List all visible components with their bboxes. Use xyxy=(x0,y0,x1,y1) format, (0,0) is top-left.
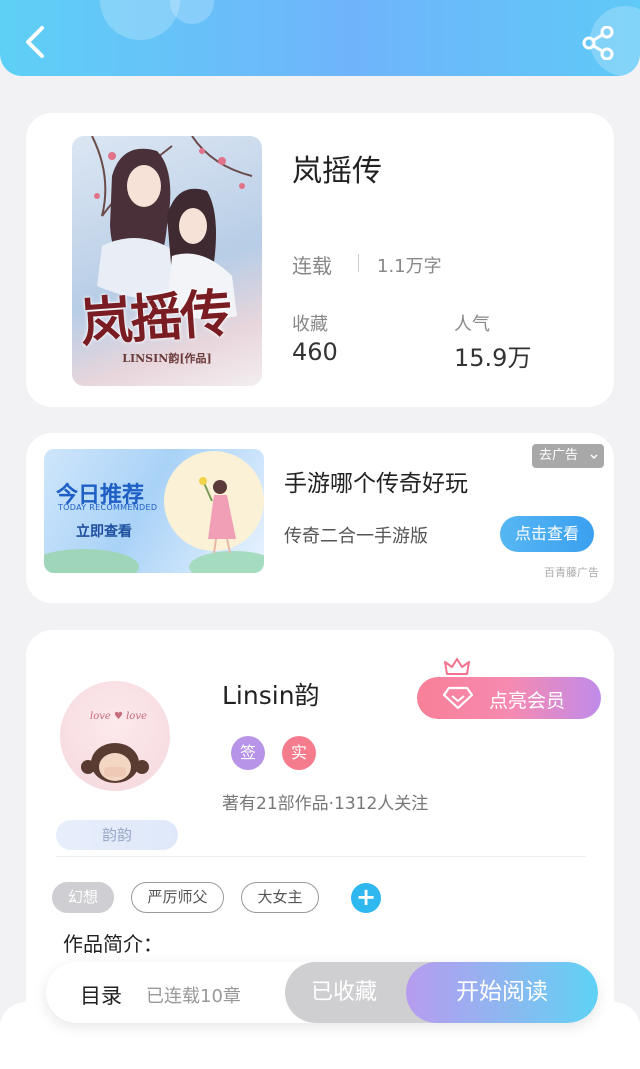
word-count: 1.1万字 xyxy=(377,256,442,277)
ad-description: 传奇二合一手游版 xyxy=(284,526,428,547)
share-icon xyxy=(582,25,614,61)
popularity-label: 人气 xyxy=(454,314,490,335)
ad-source: 百青藤广告 xyxy=(544,566,599,579)
ad-image[interactable]: 今日推荐 TODAY RECOMMENDED 立即查看 xyxy=(44,449,264,573)
plus-icon: + xyxy=(355,883,377,911)
add-tag-button[interactable]: + xyxy=(351,883,381,913)
avatar-illustration xyxy=(81,743,149,783)
top-header xyxy=(0,0,640,76)
collect-value: 460 xyxy=(292,338,338,366)
header-bubble-decoration xyxy=(100,0,180,40)
remove-ad-label: 去广告 xyxy=(539,448,579,463)
crown-icon xyxy=(444,658,470,675)
ad-image-subtitle: TODAY RECOMMENDED xyxy=(58,503,158,512)
tag-strict-master[interactable]: 严厉师父 xyxy=(131,882,224,913)
popularity-value: 15.9万 xyxy=(454,344,532,372)
cover-author-text: LINSIN韵[作品] xyxy=(122,352,212,365)
collect-label: 收藏 xyxy=(292,314,328,335)
divider xyxy=(56,856,586,857)
verified-badge: 实 xyxy=(282,736,316,770)
chevron-down-icon xyxy=(590,454,598,460)
vip-label: 点亮会员 xyxy=(489,690,566,712)
author-name-tag: 韵韵 xyxy=(56,820,178,850)
status-divider xyxy=(358,254,359,272)
author-meta: 著有21部作品·1312人关注 xyxy=(222,794,429,814)
diamond-icon xyxy=(443,686,473,710)
ad-title[interactable]: 手游哪个传奇好玩 xyxy=(284,464,468,498)
chevron-left-icon xyxy=(26,26,44,58)
toc-status: 已连载10章 xyxy=(146,986,241,1007)
vip-button[interactable]: 点亮会员 xyxy=(417,677,601,719)
signed-badge: 签 xyxy=(231,736,265,770)
tag-female-lead[interactable]: 大女主 xyxy=(241,882,319,913)
start-reading-button[interactable]: 开始阅读 xyxy=(406,962,598,1023)
share-button[interactable] xyxy=(580,25,618,61)
tag-fantasy[interactable]: 幻想 xyxy=(52,882,114,913)
book-title: 岚摇传 xyxy=(292,154,382,189)
bottom-action-bar: 目录 已连载10章 已收藏 开始阅读 xyxy=(46,962,598,1023)
book-status: 连载 xyxy=(292,254,332,278)
header-bubble-decoration xyxy=(170,0,214,24)
ad-image-button: 立即查看 xyxy=(76,524,132,540)
avatar[interactable]: love ♥ love xyxy=(60,681,170,791)
ad-cta-button[interactable]: 点击查看 xyxy=(500,516,594,552)
back-button[interactable] xyxy=(18,22,52,62)
author-name[interactable]: Linsin韵 xyxy=(222,676,320,712)
toc-button[interactable]: 目录 xyxy=(80,980,122,1010)
remove-ad-button[interactable]: 去广告 xyxy=(532,444,604,468)
cover-title-art: 岚摇传 xyxy=(78,282,233,355)
intro-label: 作品简介： xyxy=(63,932,163,956)
book-cover[interactable]: 岚摇传 LINSIN韵[作品] xyxy=(72,136,262,386)
